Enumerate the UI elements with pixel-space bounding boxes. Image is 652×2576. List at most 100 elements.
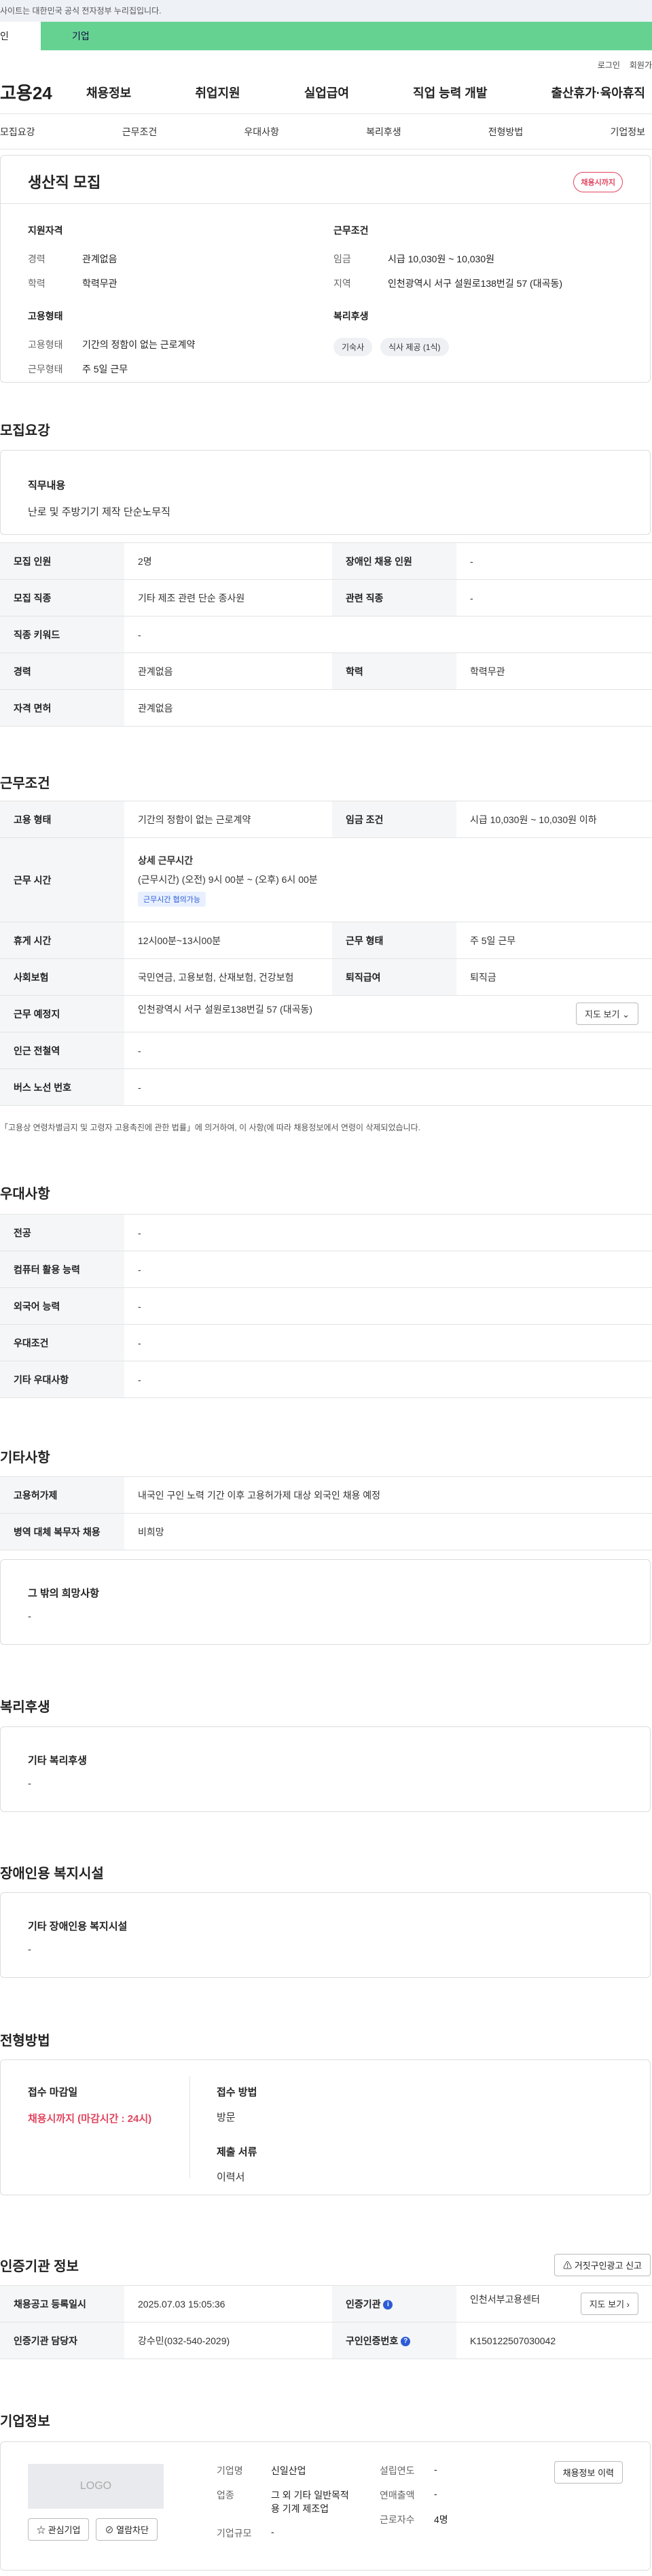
org-label: 인증기관	[346, 2298, 381, 2310]
num-value: K150122507030042	[456, 2322, 652, 2359]
permit-value: 내국인 구인 노력 기간 이후 고용허가제 대상 외국인 채용 예정	[124, 1476, 652, 1514]
table-row: 직종 키워드 -	[0, 616, 652, 653]
place-value: 인천광역시 서구 설원로138번길 57 (대곡동)	[138, 1004, 313, 1015]
tab-pref[interactable]: 우대사항	[244, 125, 279, 139]
gov-notice-text: 사이트는 대한민국 공식 전자정부 누리집입니다.	[0, 6, 162, 16]
table-row: 근무 시간 상세 근무시간 (근무시간) (오전) 9시 00분 ~ (오후) …	[0, 837, 652, 922]
info-icon[interactable]: ?	[401, 2336, 411, 2346]
pref-table: 전공 - 컴퓨터 활용 능력 - 외국어 능력 - 우대조건 - 기타 우대사항 -	[0, 1214, 652, 1398]
worktype-label: 근무 형태	[332, 922, 456, 959]
tab-recruit[interactable]: 모집요강	[0, 125, 35, 139]
block-button[interactable]: ⊘ 열람차단	[96, 2518, 158, 2541]
join-link[interactable]: 회원가	[630, 59, 652, 71]
major-label: 전공	[0, 1214, 124, 1251]
count-label: 모집 인원	[0, 542, 124, 580]
facility-label: 기타 장애인용 복지시설	[28, 1921, 128, 1932]
login-link[interactable]: 로그인	[598, 59, 620, 71]
sales-value: -	[434, 2488, 437, 2499]
disabled-label: 장애인 채용 인원	[332, 542, 456, 580]
pref-etc-label: 기타 우대사항	[0, 1361, 124, 1398]
career-label: 경력	[0, 652, 124, 690]
tab-work[interactable]: 근무조건	[122, 125, 158, 139]
table-row: 모집 직종 기타 제조 관련 단순 종사원 관련 직종 -	[0, 579, 652, 616]
tab-company[interactable]: 기업	[41, 22, 652, 50]
industry-label: 업종	[217, 2490, 234, 2501]
org-value: 인천서부고용센터	[470, 2294, 541, 2305]
pref-title: 우대사항	[0, 1187, 50, 1202]
emp-label: 고용 형태	[0, 801, 124, 838]
history-button[interactable]: 채용정보 이력	[554, 2461, 623, 2484]
info-icon[interactable]: i	[383, 2299, 393, 2310]
org-cell: 인천서부고용센터 지도 보기 ›	[456, 2285, 652, 2322]
deadline-value: 채용시까지 (마감시간 : 24시)	[28, 2113, 152, 2125]
scale-value: -	[271, 2526, 274, 2537]
table-row: 외국어 능력 -	[0, 1287, 652, 1325]
disabled-value: -	[456, 542, 652, 580]
career-label: 경력	[28, 254, 46, 264]
gnb-item-leave[interactable]: 출산휴가·육아휴직	[551, 84, 645, 101]
duty-label: 직무내용	[28, 480, 66, 491]
wish-box: 그 밖의 희망사항 -	[0, 1559, 651, 1645]
related-value: -	[456, 579, 652, 616]
gnb-item-employment-support[interactable]: 취업지원	[195, 84, 240, 101]
work-type-label: 근무형태	[28, 364, 63, 375]
company-logo: LOGO	[28, 2464, 164, 2509]
agency-title: 인증기관 정보	[0, 2259, 79, 2274]
keyword-value: -	[124, 616, 652, 653]
related-label: 관련 직종	[332, 579, 456, 616]
lang-value: -	[124, 1287, 652, 1325]
industry-value: 그 외 기타 일반목적용 기계 제조업	[271, 2490, 349, 2514]
fav-button[interactable]: ☆ 관심기업	[28, 2518, 90, 2541]
duty-value: 난로 및 주방기기 제작 단순노무직	[28, 506, 170, 518]
major-value: -	[124, 1214, 652, 1251]
report-button[interactable]: ⚠ 거짓구인광고 신고	[554, 2254, 651, 2276]
tab-select[interactable]: 전형방법	[488, 125, 524, 139]
table-row: 기타 우대사항 -	[0, 1361, 652, 1398]
method-value: 방문	[217, 2112, 236, 2123]
tab-company[interactable]: 기업정보	[610, 125, 645, 139]
license-value: 관계없음	[124, 689, 652, 727]
table-row: 컴퓨터 활용 능력 -	[0, 1251, 652, 1288]
career-value: 관계없음	[82, 254, 117, 264]
reg-value: 2025.07.03 15:05:36	[124, 2285, 332, 2322]
hours-cell: 상세 근무시간 (근무시간) (오전) 9시 00분 ~ (오후) 6시 00분…	[124, 837, 652, 922]
subway-label: 인근 전철역	[0, 1032, 124, 1069]
rest-label: 휴게 시간	[0, 922, 124, 959]
bus-value: -	[124, 1068, 652, 1106]
edu-value: 학력무관	[456, 652, 652, 690]
table-row: 버스 노선 번호 -	[0, 1068, 652, 1106]
table-row: 채용공고 등록일시 2025.07.03 15:05:36 인증기관 i 인천서…	[0, 2285, 652, 2322]
computer-value: -	[124, 1251, 652, 1288]
license-label: 자격 면허	[0, 689, 124, 727]
duty-box: 직무내용 난로 및 주방기기 제작 단순노무직	[0, 450, 651, 535]
report-button-label: 거짓구인광고 신고	[574, 2261, 642, 2271]
deadline-label: 접수 마감일	[28, 2087, 78, 2098]
gnb-item-jobs[interactable]: 채용정보	[86, 84, 131, 101]
company-box: LOGO ☆ 관심기업 ⊘ 열람차단 기업명 신일산업 업종 그 외 기타 일반목적…	[0, 2441, 651, 2571]
utility-links: 로그인 회원가	[0, 50, 652, 71]
insurance-value: 국민연금, 고용보험, 산재보험, 건강보험	[124, 958, 332, 996]
tab-individual[interactable]: 인	[0, 22, 41, 50]
alarm-icon: ⚠	[563, 2261, 573, 2271]
subway-value: -	[124, 1032, 652, 1069]
manager-value: 강수민(032-540-2029)	[124, 2322, 332, 2359]
map-button[interactable]: 지도 보기 ⌄	[576, 1003, 638, 1025]
wage-value: 시급 10,030원 ~ 10,030원 이하	[456, 801, 652, 838]
docs-label: 제출 서류	[217, 2146, 257, 2158]
table-row: 사회보험 국민연금, 고용보험, 산재보험, 건강보험 퇴직급여 퇴직금	[0, 958, 652, 996]
name-value: 신일산업	[271, 2465, 306, 2476]
gnb-item-unemployment[interactable]: 실업급여	[304, 84, 349, 101]
pref-etc-value: -	[124, 1361, 652, 1398]
fav-label: 관심기업	[48, 2525, 81, 2535]
select-title: 전형방법	[0, 2034, 50, 2049]
site-logo[interactable]: 고용24	[0, 80, 86, 105]
reg-label: 채용공고 등록일시	[0, 2285, 124, 2322]
gnb-item-training[interactable]: 직업 능력 개발	[413, 84, 487, 101]
welfare-chip: 기숙사	[333, 338, 373, 356]
agency-map-button[interactable]: 지도 보기 ›	[580, 2293, 638, 2315]
table-row: 인증기관 담당자 강수민(032-540-2029) 구인인증번호 ? K150…	[0, 2322, 652, 2359]
tab-welfare[interactable]: 복리후생	[366, 125, 401, 139]
facility-value: -	[28, 1944, 31, 1955]
welfare-chip: 식사 제공 (1식)	[380, 338, 449, 356]
cond-label: 우대조건	[0, 1324, 124, 1361]
